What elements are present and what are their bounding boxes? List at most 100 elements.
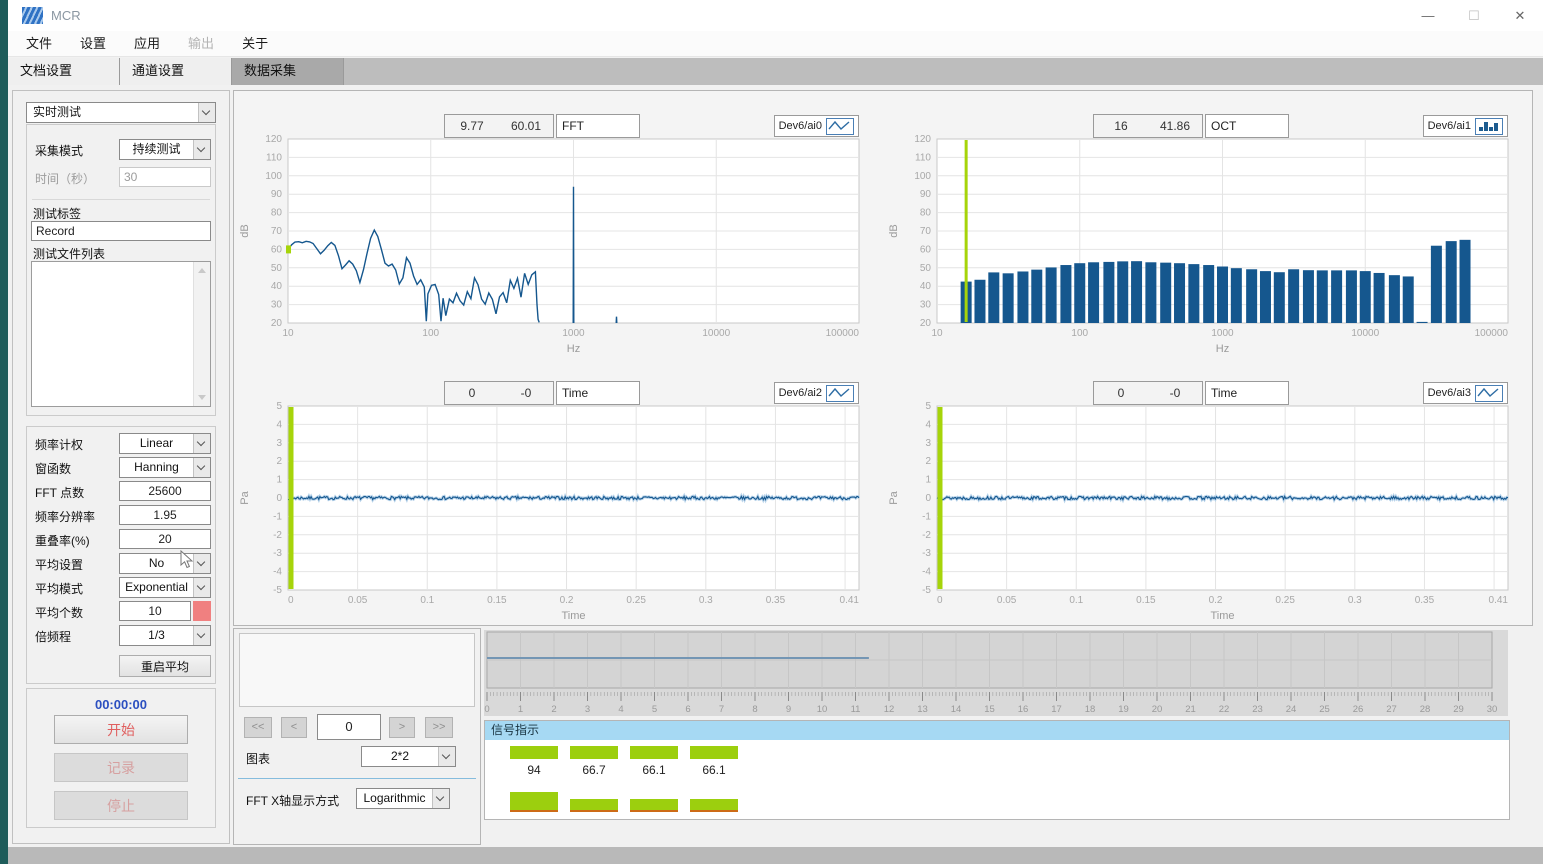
- scrollbar[interactable]: [193, 262, 210, 406]
- minimize-button[interactable]: —: [1405, 0, 1451, 31]
- chevron-down-icon[interactable]: [193, 626, 210, 645]
- timeline-canvas[interactable]: 0123456789101112131415161718192021222324…: [484, 630, 1508, 716]
- app-logo-icon: [22, 7, 43, 24]
- tab-通道设置[interactable]: 通道设置: [120, 58, 232, 85]
- octave-select[interactable]: 1/3: [119, 625, 211, 646]
- freq-weighting-select[interactable]: Linear: [119, 433, 211, 454]
- svg-text:0: 0: [925, 493, 931, 504]
- menu-item-输出[interactable]: 输出: [174, 31, 228, 56]
- main-content: 实时测试 采集模式 持续测试 时间（秒） 测试标签 测试文件列表: [8, 85, 1543, 847]
- fft-chart-canvas[interactable]: 2030405060708090100110120101001000100001…: [234, 135, 883, 356]
- duration-input[interactable]: [119, 167, 211, 187]
- next-page-button[interactable]: >: [389, 717, 415, 738]
- time-ai2-chart-canvas[interactable]: -5-4-3-2-101234500.050.10.150.20.250.30.…: [234, 402, 883, 623]
- chevron-down-icon[interactable]: [193, 434, 210, 453]
- channel-name: Dev6/ai3: [1428, 387, 1471, 399]
- svg-text:4: 4: [925, 419, 931, 430]
- overlap-percent-input[interactable]: [119, 529, 211, 549]
- oct-bar: [1088, 262, 1099, 323]
- oct-bar: [1203, 265, 1214, 323]
- record-button[interactable]: 记录: [54, 753, 188, 782]
- chart-layout-select[interactable]: 2*2: [361, 746, 456, 767]
- test-file-list[interactable]: [31, 261, 211, 407]
- window-title: MCR: [51, 8, 81, 23]
- svg-text:30: 30: [920, 300, 932, 311]
- oct-chart-canvas[interactable]: 2030405060708090100110120101001000100001…: [883, 135, 1532, 356]
- param-row-freq-resolution: 频率分辨率: [27, 505, 215, 527]
- channel-selector[interactable]: Dev6/ai2: [774, 382, 859, 404]
- tab-文档设置[interactable]: 文档设置: [8, 58, 120, 85]
- chevron-down-icon[interactable]: [193, 140, 210, 159]
- param-row-average-mode: 平均模式Exponential: [27, 577, 215, 599]
- fft-trace: [616, 317, 617, 323]
- y-axis-label: dB: [888, 224, 900, 237]
- chevron-down-icon[interactable]: [193, 554, 210, 573]
- menu-item-应用[interactable]: 应用: [120, 31, 174, 56]
- svg-text:0.1: 0.1: [420, 595, 434, 606]
- average-setting-select[interactable]: No: [119, 553, 211, 574]
- chevron-down-icon[interactable]: [438, 747, 455, 766]
- svg-text:0.05: 0.05: [997, 595, 1017, 606]
- svg-text:20: 20: [271, 318, 283, 329]
- acquisition-group: 采集模式 持续测试 时间（秒） 测试标签 测试文件列表: [26, 124, 216, 416]
- stop-button[interactable]: 停止: [54, 791, 188, 820]
- oct-bar: [1460, 240, 1471, 323]
- svg-text:0.1: 0.1: [1069, 595, 1083, 606]
- average-count-input[interactable]: [119, 601, 191, 621]
- tab-数据采集[interactable]: 数据采集: [232, 58, 344, 85]
- param-row-average-count: 平均个数: [27, 601, 215, 623]
- chevron-down-icon[interactable]: [198, 103, 215, 122]
- signal-presence-bar: [570, 746, 618, 759]
- desktop-edge-left: [0, 0, 8, 864]
- page-number-box[interactable]: 0: [317, 714, 381, 740]
- window-function-select[interactable]: Hanning: [119, 457, 211, 478]
- desktop-edge-bottom: [8, 847, 1543, 864]
- prev-page-button[interactable]: <: [281, 717, 307, 738]
- menu-item-文件[interactable]: 文件: [12, 31, 66, 56]
- time-ai3-chart-canvas[interactable]: -5-4-3-2-101234500.050.10.150.20.250.30.…: [883, 402, 1532, 623]
- menu-item-设置[interactable]: 设置: [66, 31, 120, 56]
- chevron-down-icon[interactable]: [193, 578, 210, 597]
- param-row-octave: 倍频程1/3: [27, 625, 215, 647]
- status-panel: 0123456789101112131415161718192021222324…: [484, 628, 1510, 845]
- svg-text:120: 120: [914, 135, 931, 145]
- oct-bar: [1060, 265, 1071, 323]
- average-mode-select[interactable]: Exponential: [119, 577, 211, 598]
- fft-trace: [573, 187, 574, 323]
- x-axis-label: Hz: [567, 343, 580, 355]
- close-button[interactable]: ✕: [1497, 0, 1543, 31]
- signal-presence-bar: [510, 746, 558, 759]
- window-controls: — ☐ ✕: [1405, 0, 1543, 31]
- display-control-panel: << < 0 > >> 图表 2*2 FFT X轴显示方式 Logarithmi…: [233, 628, 481, 845]
- maximize-button[interactable]: ☐: [1451, 0, 1497, 31]
- fft-points-input[interactable]: [119, 481, 211, 501]
- record-timeline[interactable]: 0123456789101112131415161718192021222324…: [484, 630, 1508, 721]
- chevron-down-icon[interactable]: [432, 789, 449, 808]
- channel-selector[interactable]: Dev6/ai1: [1423, 115, 1508, 137]
- fft-axis-mode-select[interactable]: Logarithmic: [356, 788, 450, 809]
- scroll-up-icon[interactable]: [198, 268, 206, 273]
- y-axis-label: Pa: [239, 490, 251, 504]
- svg-text:100000: 100000: [1475, 328, 1509, 339]
- oct-bar: [1217, 267, 1228, 323]
- record-label-input[interactable]: [31, 221, 211, 241]
- chevron-down-icon[interactable]: [193, 458, 210, 477]
- svg-text:-4: -4: [922, 567, 931, 578]
- duration-label: 时间（秒）: [35, 170, 95, 187]
- chart-layout-label: 图表: [246, 750, 270, 767]
- menu-item-关于[interactable]: 关于: [228, 31, 282, 56]
- test-mode-select[interactable]: 实时测试: [26, 102, 216, 123]
- svg-text:22: 22: [1219, 704, 1230, 715]
- channel-selector[interactable]: Dev6/ai3: [1423, 382, 1508, 404]
- app-window: MCR — ☐ ✕ 文件设置应用输出关于 文档设置通道设置数据采集 实时测试 采…: [8, 0, 1543, 847]
- acq-mode-select[interactable]: 持续测试: [119, 139, 211, 160]
- restart-average-button[interactable]: 重启平均: [119, 655, 211, 677]
- signal-level-bar: [510, 792, 558, 812]
- start-button[interactable]: 开始: [54, 715, 188, 744]
- svg-text:1: 1: [276, 475, 282, 486]
- channel-selector[interactable]: Dev6/ai0: [774, 115, 859, 137]
- scroll-down-icon[interactable]: [198, 395, 206, 400]
- last-page-button[interactable]: >>: [425, 717, 453, 738]
- freq-resolution-input[interactable]: [119, 505, 211, 525]
- first-page-button[interactable]: <<: [244, 717, 272, 738]
